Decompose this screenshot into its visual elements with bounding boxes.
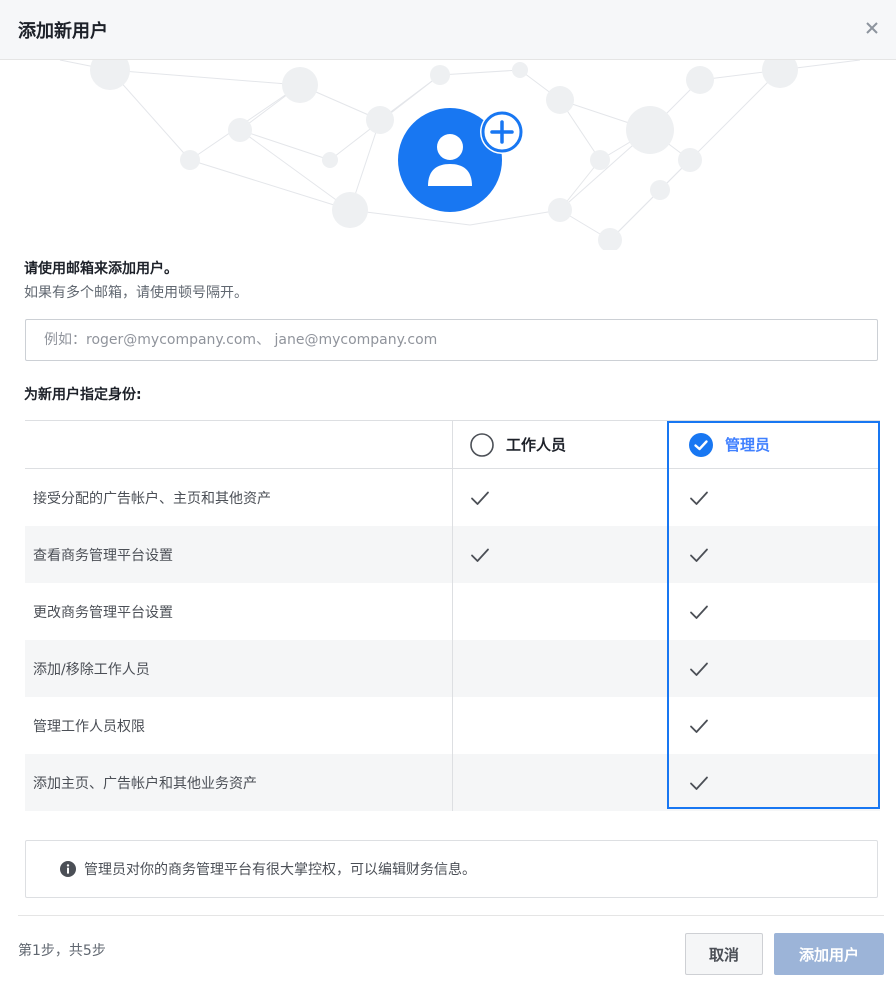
email-input[interactable] (25, 319, 878, 361)
check-icon (471, 548, 489, 562)
dialog-title: 添加新用户 (18, 21, 108, 42)
permission-label: 更改商务管理平台设置 (25, 583, 453, 640)
table-row: 管理工作人员权限 (25, 697, 880, 754)
check-icon (690, 662, 708, 676)
table-row: 更改商务管理平台设置 (25, 583, 880, 640)
permission-label: 管理工作人员权限 (25, 697, 453, 754)
admin-role-label: 管理员 (725, 436, 771, 454)
admin-permission-cell (666, 469, 880, 526)
permission-label: 接受分配的广告帐户、主页和其他资产 (25, 469, 453, 526)
employee-column-header: 工作人员 (453, 421, 666, 468)
employee-permission-cell (453, 754, 666, 811)
permission-label: 添加/移除工作人员 (25, 640, 453, 697)
check-icon (690, 776, 708, 790)
check-icon (690, 605, 708, 619)
permission-column-header (25, 421, 453, 468)
permission-label: 添加主页、广告帐户和其他业务资产 (25, 754, 453, 811)
check-icon (471, 491, 489, 505)
dialog-header: 添加新用户 (0, 0, 896, 60)
intro-title: 请使用邮箱来添加用户。 (24, 261, 178, 277)
add-user-dialog: 添加新用户 请使用邮箱来添加用户。 如果有多个邮箱，请使用顿号隔开。 例如：ro… (0, 0, 896, 990)
role-section-title: 为新用户指定身份: (24, 387, 142, 403)
hero-illustration (0, 50, 896, 252)
admin-column-header: 管理员 (666, 421, 880, 468)
close-icon[interactable] (862, 18, 882, 38)
employee-permission-cell (453, 640, 666, 697)
employee-permission-cell (453, 469, 666, 526)
check-icon (690, 491, 708, 505)
permission-rows: 接受分配的广告帐户、主页和其他资产 查看商务管理平台设置 更改商务管理平台设置 添加/… (25, 469, 880, 811)
add-user-button[interactable]: 添加用户 (774, 933, 884, 975)
cancel-button[interactable]: 取消 (685, 933, 763, 975)
info-text: 管理员对你的商务管理平台有很大掌控权，可以编辑财务信息。 (84, 862, 476, 878)
permission-label: 查看商务管理平台设置 (25, 526, 453, 583)
role-permission-table: 工作人员 管理员 接受分配的广告帐户、主页和其他资产 查看商务管理平台设置 更改商务… (25, 420, 880, 811)
table-row: 接受分配的广告帐户、主页和其他资产 (25, 469, 880, 526)
table-row: 添加主页、广告帐户和其他业务资产 (25, 754, 880, 811)
radio-unchecked-icon (470, 432, 494, 457)
info-notice: 管理员对你的商务管理平台有很大掌控权，可以编辑财务信息。 (25, 840, 878, 898)
add-user-icon (398, 108, 524, 212)
employee-role-radio[interactable]: 工作人员 (470, 432, 567, 457)
admin-permission-cell (666, 754, 880, 811)
check-icon (690, 548, 708, 562)
intro-subtitle: 如果有多个邮箱，请使用顿号隔开。 (24, 285, 248, 301)
info-icon (60, 861, 76, 877)
employee-role-label: 工作人员 (506, 436, 567, 454)
check-icon (690, 719, 708, 733)
employee-permission-cell (453, 697, 666, 754)
admin-permission-cell (666, 583, 880, 640)
table-row: 查看商务管理平台设置 (25, 526, 880, 583)
table-header-row: 工作人员 管理员 (25, 421, 880, 469)
footer-divider (18, 915, 884, 916)
step-indicator: 第1步，共5步 (18, 943, 106, 959)
admin-permission-cell (666, 526, 880, 583)
radio-checked-icon (689, 432, 713, 457)
table-row: 添加/移除工作人员 (25, 640, 880, 697)
admin-role-radio[interactable]: 管理员 (689, 432, 771, 457)
admin-permission-cell (666, 697, 880, 754)
admin-permission-cell (666, 640, 880, 697)
employee-permission-cell (453, 526, 666, 583)
employee-permission-cell (453, 583, 666, 640)
